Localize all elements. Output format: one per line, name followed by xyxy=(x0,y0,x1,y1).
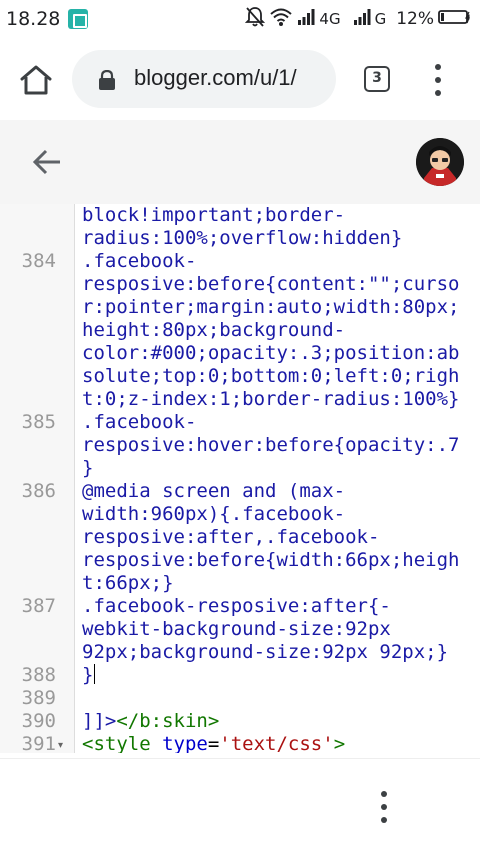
home-icon[interactable] xyxy=(18,62,54,98)
attribute-token: type xyxy=(162,733,208,755)
mute-icon xyxy=(245,6,266,32)
address-bar[interactable]: blogger.com/u/1/ xyxy=(72,50,336,108)
bottom-bar xyxy=(0,758,480,854)
code-line[interactable]: @media screen and (max- xyxy=(82,480,472,503)
code-line[interactable]: resposive:after,.facebook- xyxy=(82,526,472,549)
code-line[interactable]: block!important;border- xyxy=(82,204,472,227)
network-type-2: G xyxy=(374,10,387,28)
line-number: 389 xyxy=(21,687,56,709)
tag-token: <style xyxy=(82,733,163,755)
avatar[interactable] xyxy=(416,138,464,186)
code-line[interactable]: color:#000;opacity:.3;position:ab xyxy=(82,342,472,365)
code-line[interactable]: height:80px;background- xyxy=(82,319,472,342)
text-cursor xyxy=(94,664,96,684)
battery-percent: 12% xyxy=(396,9,434,29)
code-editor[interactable]: block!important;border-radius:100%;overf… xyxy=(0,204,480,758)
status-bar: 18.28 4G G 12% xyxy=(0,0,480,38)
browser-toolbar: blogger.com/u/1/ 3 xyxy=(0,38,480,120)
code-line[interactable]: .facebook-resposive:after{- xyxy=(82,595,472,618)
fold-toggle-icon[interactable]: ▾ xyxy=(58,740,63,751)
code-line[interactable]: r:pointer;margin:auto;width:80px; xyxy=(82,296,472,319)
url-text: blogger.com/u/1/ xyxy=(134,65,297,90)
screenshot-icon xyxy=(68,9,88,29)
line-number: 384 xyxy=(21,250,56,272)
status-time: 18.28 xyxy=(6,8,61,30)
line-number: 387 xyxy=(21,595,56,617)
code-line[interactable]: .facebook- xyxy=(82,411,472,434)
line-number: 388 xyxy=(21,664,56,686)
wifi-icon xyxy=(269,7,293,31)
code-line[interactable]: } xyxy=(82,664,472,687)
tag-token: </b:skin> xyxy=(116,710,220,732)
code-text: } xyxy=(82,664,94,686)
editor-header xyxy=(0,120,480,204)
code-line[interactable]: resposive:before{content:"";curso xyxy=(82,273,472,296)
line-number: 386 xyxy=(21,480,56,502)
code-line[interactable]: radius:100%;overflow:hidden} xyxy=(82,227,472,250)
code-line[interactable]: width:960px){.facebook- xyxy=(82,503,472,526)
equals-token: = xyxy=(207,733,220,755)
code-line[interactable]: t:0;z-index:1;border-radius:100%} xyxy=(82,388,472,411)
lock-icon xyxy=(98,69,116,90)
back-arrow-icon[interactable] xyxy=(30,146,66,178)
code-line[interactable]: ]]></b:skin> xyxy=(82,710,472,733)
string-token: 'text/css' xyxy=(219,733,334,755)
code-line[interactable]: } xyxy=(82,457,472,480)
network-type-1: 4G xyxy=(319,10,341,28)
line-number: 385 xyxy=(21,411,56,433)
code-line[interactable]: resposive:hover:before{opacity:.7 xyxy=(82,434,472,457)
code-line[interactable]: .facebook- xyxy=(82,250,472,273)
signal-icon xyxy=(297,8,315,30)
status-icons: 4G G 12% xyxy=(245,6,472,32)
tabs-icon[interactable]: 3 xyxy=(364,66,390,92)
more-vert-icon[interactable] xyxy=(428,64,448,96)
more-options-icon[interactable] xyxy=(374,791,394,823)
code-line[interactable]: webkit-background-size:92px xyxy=(82,618,472,641)
code-line[interactable]: 92px;background-size:92px 92px;} xyxy=(82,641,472,664)
code-line[interactable]: t:66px;} xyxy=(82,572,472,595)
signal-icon xyxy=(353,8,371,30)
code-line[interactable]: resposive:before{width:66px;heigh xyxy=(82,549,472,572)
battery-icon xyxy=(438,9,472,29)
line-number: 390 xyxy=(21,710,56,732)
code-line[interactable]: solute;top:0;bottom:0;left:0;righ xyxy=(82,365,472,388)
tag-token: > xyxy=(333,733,346,755)
cdata-token: ]]> xyxy=(82,710,117,732)
